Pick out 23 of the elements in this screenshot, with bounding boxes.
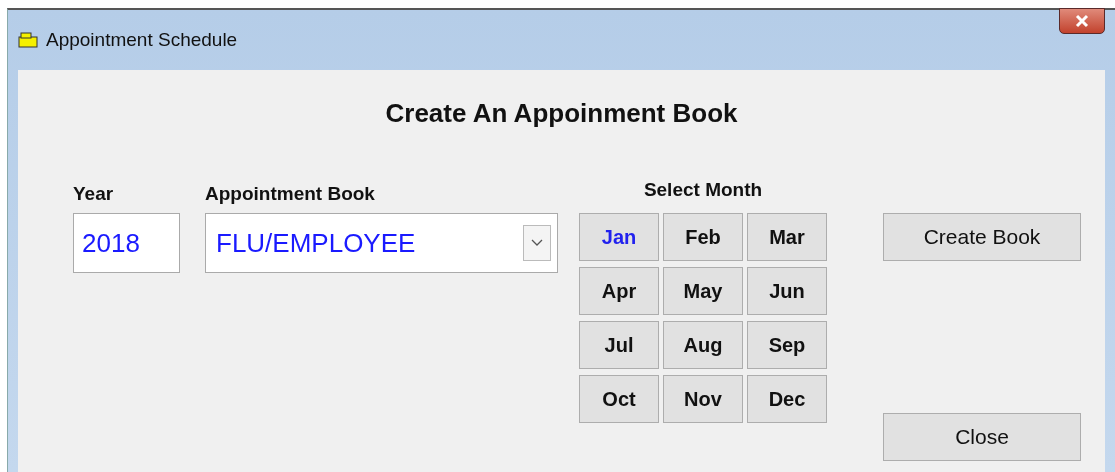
month-button[interactable]: Jul [579,321,659,369]
month-button[interactable]: Feb [663,213,743,261]
year-label: Year [73,183,115,206]
folder-icon [18,32,40,48]
month-button[interactable]: Jun [747,267,827,315]
month-button[interactable]: Oct [579,375,659,423]
month-button[interactable]: Mar [747,213,827,261]
month-button[interactable]: Aug [663,321,743,369]
month-button[interactable]: Nov [663,375,743,423]
month-button[interactable]: Apr [579,267,659,315]
month-button[interactable]: Dec [747,375,827,423]
year-field[interactable]: 2018 [73,213,180,273]
book-label: Appointment Book [205,183,376,206]
month-label: Select Month [642,179,764,202]
close-icon[interactable] [1059,8,1105,34]
close-button[interactable]: Close [883,413,1081,461]
month-button[interactable]: Sep [747,321,827,369]
create-book-button[interactable]: Create Book [883,213,1081,261]
month-button[interactable]: Jan [579,213,659,261]
month-button[interactable]: May [663,267,743,315]
window-title: Appointment Schedule [46,29,238,51]
book-dropdown[interactable]: FLU/EMPLOYEE [205,213,558,273]
dialog-heading: Create An Appoinment Book [384,98,739,129]
